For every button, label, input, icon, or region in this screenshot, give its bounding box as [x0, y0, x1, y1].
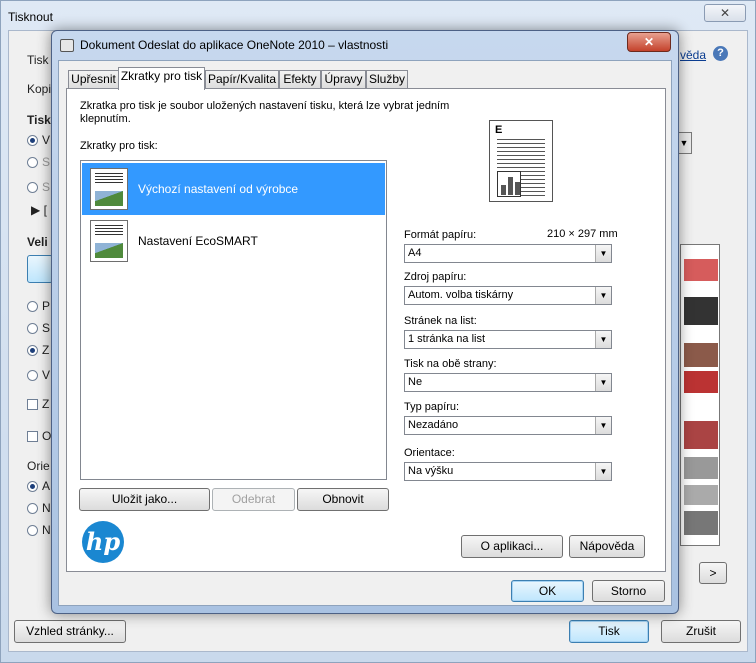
shortcuts-list[interactable]: Výchozí nastavení od výrobce Nastavení E…: [80, 160, 387, 480]
save-as-button[interactable]: Uložit jako...: [79, 488, 210, 511]
shortcuts-description: Zkratka pro tisk je soubor uložených nas…: [80, 100, 450, 125]
radio-icon: [27, 481, 38, 493]
orientation-option-3[interactable]: N: [27, 523, 51, 537]
range-option-2[interactable]: S: [27, 155, 50, 169]
radio-icon: [27, 323, 38, 335]
chevron-down-icon: ▼: [595, 331, 611, 348]
dialog-title: Dokument Odeslat do aplikace OneNote 201…: [80, 38, 389, 52]
tab-paper-quality[interactable]: Papír/Kvalita: [205, 70, 279, 89]
preview-image: [684, 457, 718, 479]
list-item[interactable]: Nastavení EcoSMART: [82, 215, 385, 267]
print-button[interactable]: Tisk: [569, 620, 649, 643]
about-button[interactable]: O aplikaci...: [461, 535, 563, 558]
ok-button[interactable]: OK: [511, 580, 584, 602]
eco-document-icon: [90, 220, 128, 262]
paper-source-select[interactable]: Autom. volba tiskárny ▼: [404, 286, 612, 305]
tab-finishing[interactable]: Úpravy: [321, 70, 366, 89]
orientation-option-2[interactable]: N: [27, 501, 51, 515]
chevron-down-icon: ▼: [595, 374, 611, 391]
help-button[interactable]: Nápověda: [569, 535, 645, 558]
scale-option-3[interactable]: Z: [27, 343, 49, 357]
tab-services[interactable]: Služby: [366, 70, 408, 89]
option-checkbox-1[interactable]: Z: [27, 397, 49, 411]
help-icon[interactable]: ?: [713, 46, 728, 61]
shortcut-label: Výchozí nastavení od výrobce: [138, 182, 299, 196]
radio-icon: [27, 182, 38, 194]
scale-option-4[interactable]: V: [27, 368, 50, 382]
list-item[interactable]: Výchozí nastavení od výrobce: [82, 163, 385, 215]
scale-option-1[interactable]: P: [27, 299, 50, 313]
radio-icon: [27, 135, 38, 147]
range-option-1[interactable]: V: [27, 133, 50, 147]
printer-label: Tisk: [27, 53, 49, 67]
scale-option-2[interactable]: S: [27, 321, 50, 335]
checkbox-icon: [27, 431, 38, 443]
preview-image: [684, 511, 718, 535]
chart-icon: [497, 171, 521, 197]
cancel-button[interactable]: Zrušit: [661, 620, 741, 643]
dialog-close-button[interactable]: ✕: [627, 32, 671, 52]
preview-image: [684, 297, 718, 325]
radio-icon: [27, 370, 38, 382]
next-page-button[interactable]: >: [699, 562, 727, 584]
chevron-down-icon: ▼: [595, 245, 611, 262]
chevron-down-icon: ▼: [595, 417, 611, 434]
radio-icon: [27, 345, 38, 357]
shortcuts-label: Zkratky pro tisk:: [80, 140, 158, 152]
preview-image: [684, 485, 718, 505]
paper-source-label: Zdroj papíru:: [404, 271, 467, 283]
printer-icon: [60, 39, 74, 52]
orientation-option-1[interactable]: A: [27, 479, 50, 493]
tab-advanced[interactable]: Upřesnit: [68, 70, 119, 89]
paper-format-label: Formát papíru:: [404, 229, 477, 241]
print-range-label: Tisk: [27, 113, 51, 127]
print-window-close-button[interactable]: ✕: [704, 4, 746, 22]
document-icon: [90, 168, 128, 210]
option-checkbox-2[interactable]: O: [27, 429, 51, 443]
chevron-down-icon: ▼: [595, 463, 611, 480]
pages-per-sheet-select[interactable]: 1 stránka na list ▼: [404, 330, 612, 349]
size-label: Veli: [27, 235, 48, 249]
tab-effects[interactable]: Efekty: [279, 70, 321, 89]
delete-button: Odebrat: [212, 488, 295, 511]
preview-image: [684, 343, 718, 367]
paper-format-select[interactable]: A4 ▼: [404, 244, 612, 263]
shortcut-label: Nastavení EcoSMART: [138, 234, 258, 248]
orientation-select[interactable]: Na výšku ▼: [404, 462, 612, 481]
dialog-cancel-button[interactable]: Storno: [592, 580, 665, 602]
radio-icon: [27, 301, 38, 313]
checkbox-icon: [27, 399, 38, 411]
copies-label: Kopi: [27, 82, 52, 96]
preview-image: [684, 259, 718, 281]
paper-type-label: Typ papíru:: [404, 401, 460, 413]
radio-icon: [27, 525, 38, 537]
tab-shortcuts[interactable]: Zkratky pro tisk: [118, 67, 205, 90]
page-setup-button[interactable]: Vzhled stránky...: [14, 620, 126, 643]
preview-image: [684, 421, 718, 449]
print-window-title: Tisknout: [8, 10, 53, 24]
page-preview-thumbnail: E: [489, 120, 553, 202]
restore-button[interactable]: Obnovit: [297, 488, 389, 511]
paper-type-select[interactable]: Nezadáno ▼: [404, 416, 612, 435]
paper-size-value: 210 × 297 mm: [547, 228, 618, 240]
preview-image: [684, 371, 718, 393]
radio-icon: [27, 157, 38, 169]
print-preview: [680, 244, 720, 546]
orientation-label: Orientace:: [404, 447, 455, 459]
hp-logo: hp: [82, 521, 124, 563]
duplex-label: Tisk na obě strany:: [404, 358, 497, 370]
radio-icon: [27, 503, 38, 515]
range-option-3[interactable]: S: [27, 180, 50, 194]
pages-per-sheet-label: Stránek na list:: [404, 315, 477, 327]
help-link[interactable]: vědа: [680, 48, 706, 62]
size-option-button[interactable]: [27, 255, 53, 283]
orientation-label: Orie: [27, 459, 50, 473]
expand-arrow-icon[interactable]: ▶ [: [31, 203, 47, 217]
chevron-down-icon: ▼: [595, 287, 611, 304]
duplex-select[interactable]: Ne ▼: [404, 373, 612, 392]
